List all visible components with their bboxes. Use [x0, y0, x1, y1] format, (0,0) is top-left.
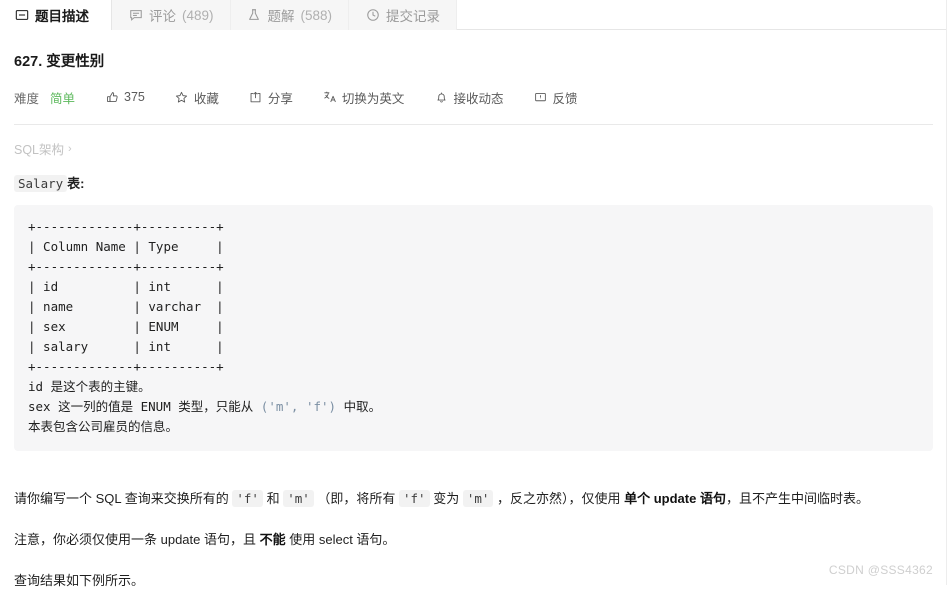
p1-text-c: （即，将所有 [313, 491, 399, 506]
p1-bold-emphasis: 单个 update 语句 [624, 491, 726, 506]
difficulty-group: 难度 简单 [14, 88, 75, 107]
feedback-icon [533, 90, 547, 104]
tab-count: (489) [182, 7, 214, 23]
comment-icon [128, 8, 143, 23]
description-icon [14, 8, 29, 23]
translate-label: 切换为英文 [341, 91, 405, 106]
p1-text-b: 和 [262, 491, 284, 506]
p1-code-f2: 'f' [399, 490, 430, 507]
clock-icon [365, 8, 380, 23]
paragraph-example-intro: 查询结果如下例所示。 [14, 573, 145, 588]
difficulty-value: 简单 [50, 91, 76, 106]
salary-table-heading: Salary 表: [14, 175, 933, 193]
tab-label: 评论 [149, 9, 176, 24]
p1-code-f1: 'f' [232, 490, 263, 507]
p1-text-d: 变为 [429, 491, 463, 506]
problem-body: SQL架构 › Salary 表: +-------------+--------… [0, 125, 947, 591]
salary-heading-suffix: 表: [67, 176, 85, 191]
problem-meta-bar: 难度 简单 375 收藏 分享 切换为英文 接收动态 反馈 [14, 88, 933, 106]
schema-code-block: +-------------+----------+ | Column Name… [14, 205, 933, 451]
code-note-2-post: 中取。 [336, 399, 382, 414]
paragraph-task: 请你编写一个 SQL 查询来交换所有的 'f' 和 'm' （即，将所有 'f'… [14, 489, 933, 509]
feedback-button[interactable]: 反馈 [533, 88, 577, 107]
p1-text-a: 请你编写一个 SQL 查询来交换所有的 [14, 491, 233, 506]
favorite-label: 收藏 [193, 91, 219, 106]
tab-label: 提交记录 [386, 9, 441, 24]
sql-schema-label: SQL架构 [14, 143, 65, 157]
share-icon [249, 90, 263, 104]
tab-solutions[interactable]: 题解 (588) [230, 0, 350, 30]
code-note-2-pre: sex 这一列的值是 ENUM 类型，只能从 [28, 399, 261, 414]
ascii-table: +-------------+----------+ | Column Name… [28, 219, 224, 374]
favorite-button[interactable]: 收藏 [175, 88, 219, 107]
bell-icon [434, 90, 448, 104]
subscribe-label: 接收动态 [453, 91, 504, 106]
watermark: CSDN @SSS4362 [828, 563, 933, 577]
tab-description[interactable]: 题目描述 [0, 0, 112, 30]
tab-label: 题目描述 [35, 9, 89, 24]
p1-code-m1: 'm' [283, 490, 314, 507]
p2-bold-emphasis: 不能 [259, 532, 286, 547]
share-button[interactable]: 分享 [249, 88, 293, 107]
flask-icon [247, 8, 262, 23]
p1-text-e: ，反之亦然），仅使用 [493, 491, 625, 506]
problem-content: 627. 变更性别 难度 简单 375 收藏 分享 切换为英文 接收动态 反馈 [0, 52, 947, 106]
code-note-1: id 是这个表的主键。 [28, 379, 151, 394]
tab-comments[interactable]: 评论 (489) [112, 0, 231, 30]
sql-schema-toggle[interactable]: SQL架构 › [14, 139, 72, 158]
p2-text-a: 注意，你必须仅使用一条 update 语句，且 [14, 532, 260, 547]
tab-submissions[interactable]: 提交记录 [349, 0, 458, 30]
translate-icon [323, 90, 337, 104]
tab-bar-filler [457, 0, 947, 30]
difficulty-label: 难度 [14, 91, 40, 106]
translate-button[interactable]: 切换为英文 [323, 88, 405, 107]
feedback-label: 反馈 [552, 91, 578, 106]
like-count: 375 [124, 90, 145, 104]
code-note-3: 本表包含公司雇员的信息。 [28, 419, 179, 434]
code-note-2-string: ('m', 'f') [260, 399, 337, 414]
star-icon [175, 90, 189, 104]
tab-count: (588) [300, 7, 333, 23]
like-button[interactable]: 375 [105, 90, 145, 104]
share-label: 分享 [267, 91, 293, 106]
paragraph-note: 注意，你必须仅使用一条 update 语句，且 不能 使用 select 语句。 [14, 530, 933, 550]
page-title: 627. 变更性别 [14, 54, 105, 70]
p2-text-b: 使用 select 语句。 [285, 532, 396, 547]
thumbs-up-icon [105, 90, 119, 104]
subscribe-button[interactable]: 接收动态 [434, 88, 503, 107]
p1-code-m2: 'm' [462, 490, 494, 507]
tab-label: 题解 [267, 9, 295, 24]
salary-code-token: Salary [14, 175, 68, 192]
tab-bar: 题目描述 评论 (489) 题解 (588) 提交记录 [0, 0, 947, 30]
p1-text-f: ，且不产生中间临时表。 [725, 491, 869, 506]
chevron-right-icon: › [68, 142, 72, 155]
